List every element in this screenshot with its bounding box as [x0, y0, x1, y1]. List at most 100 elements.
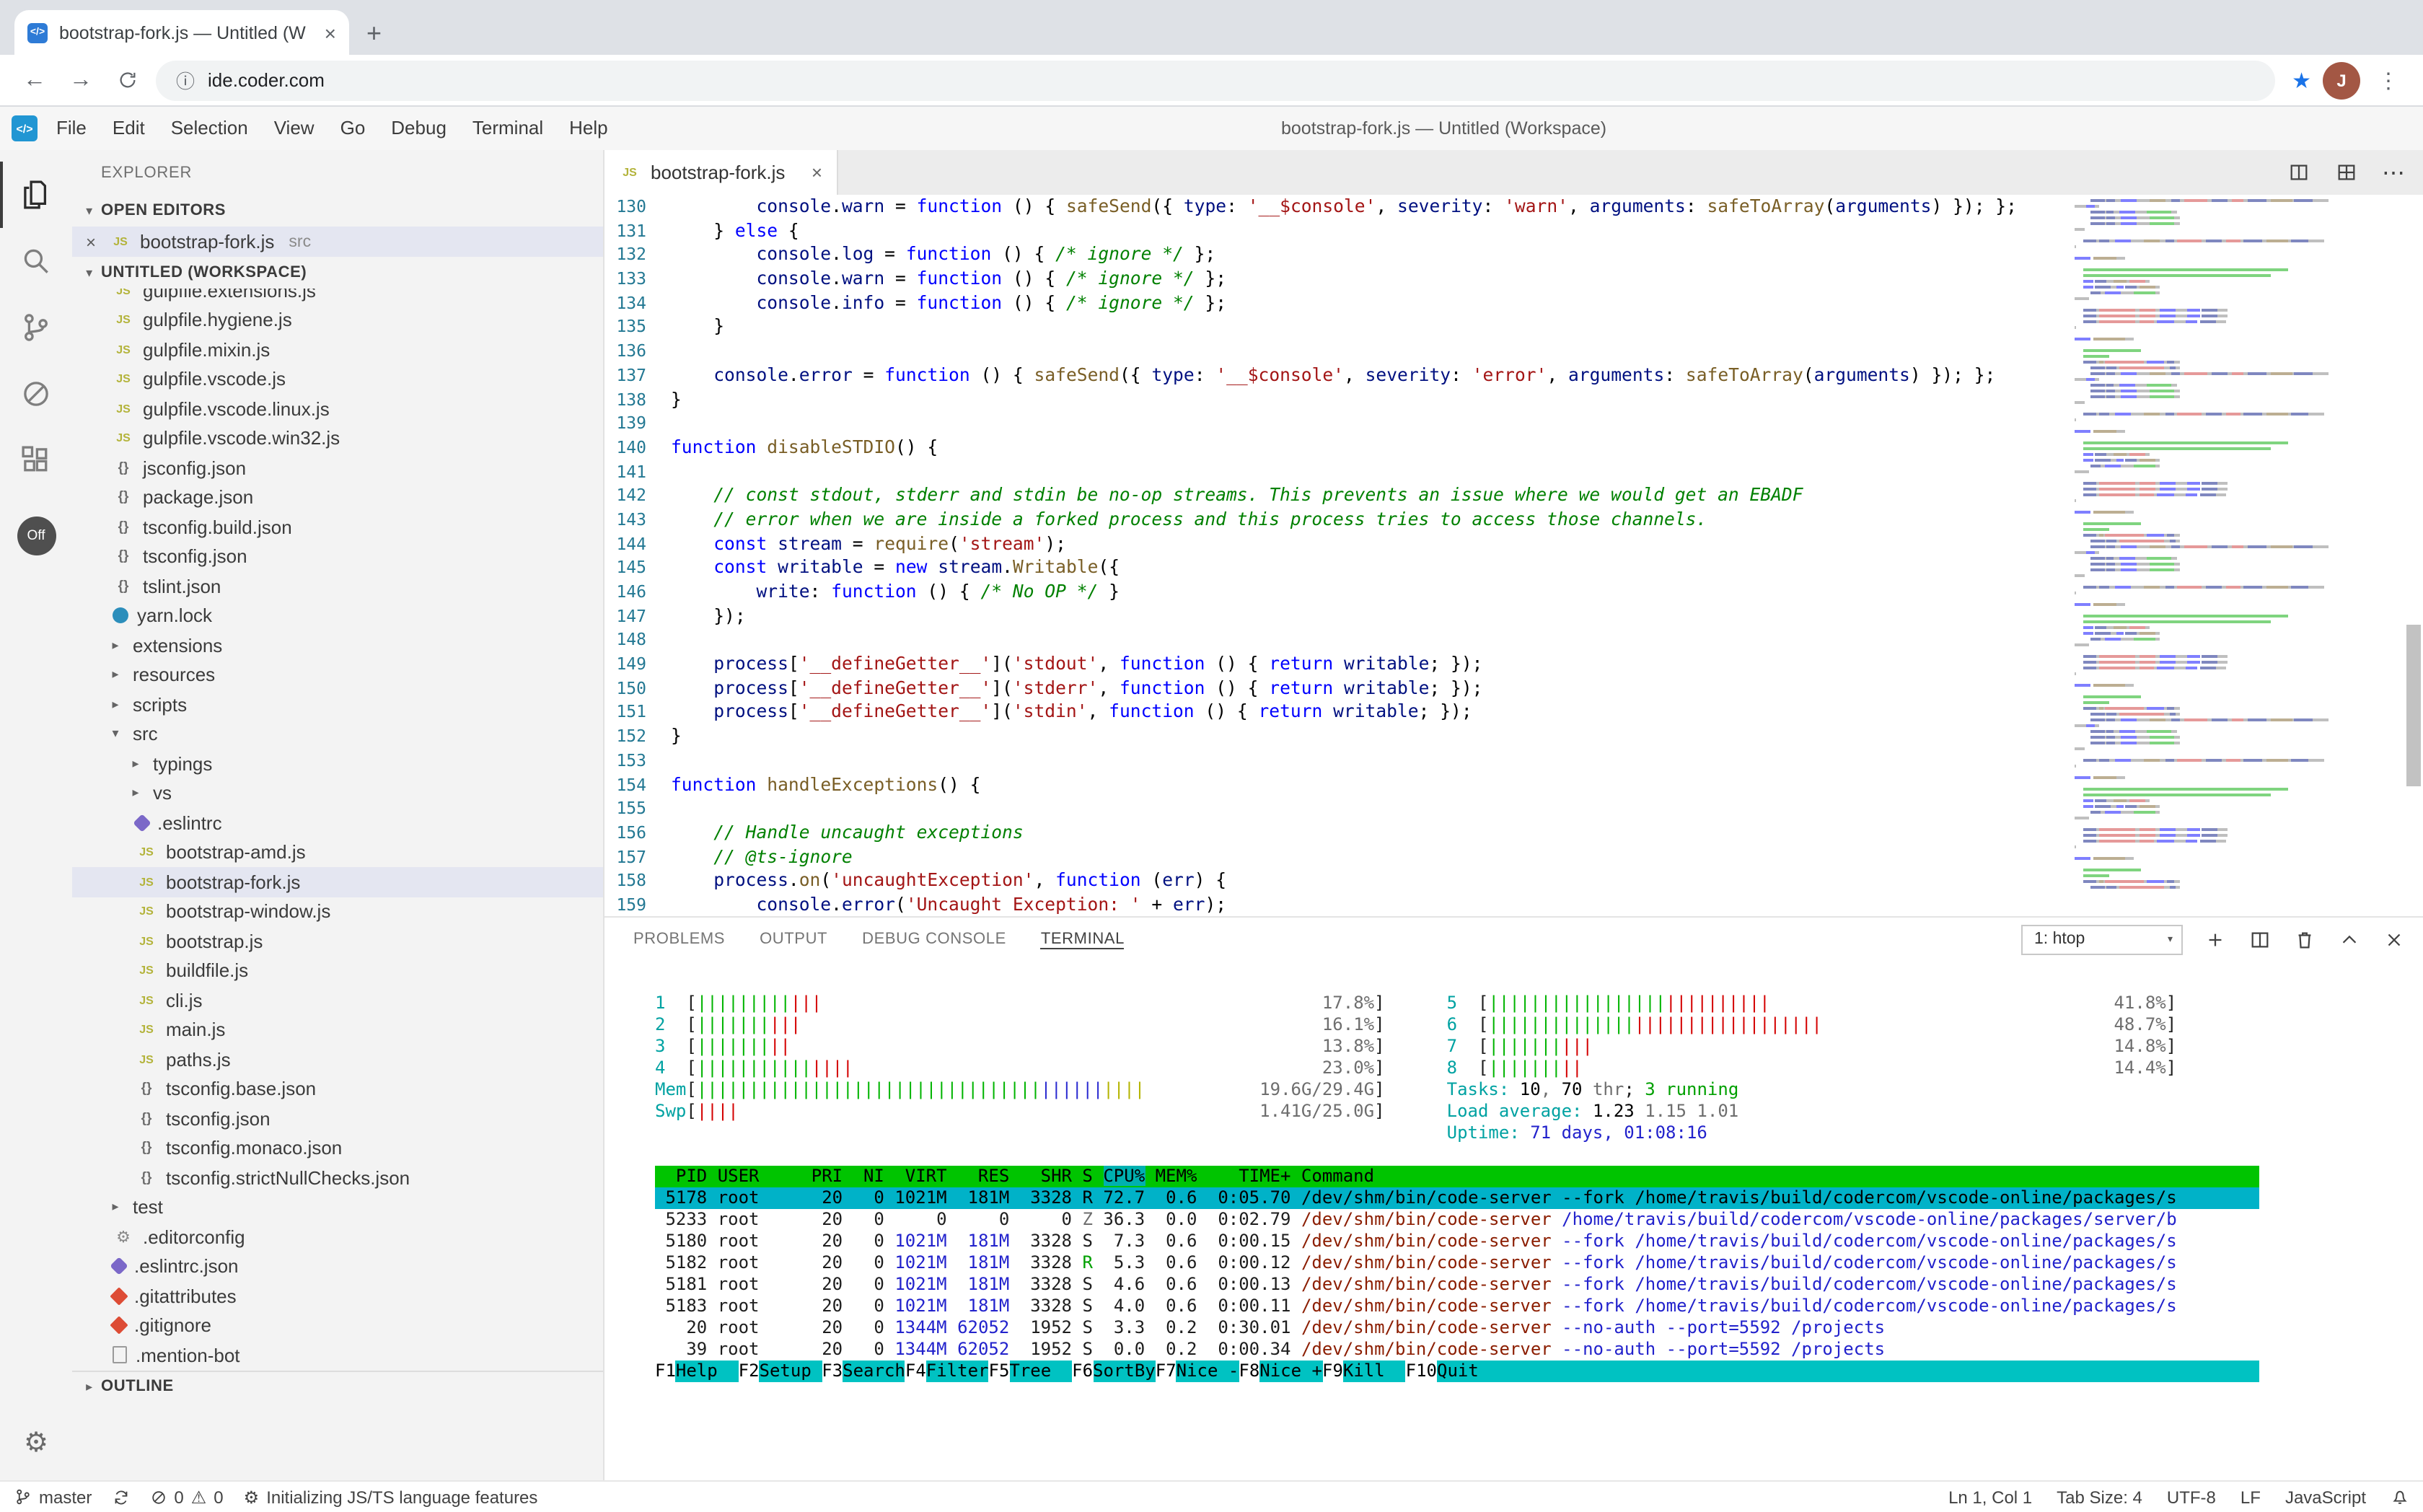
- fkey-filter[interactable]: Filter: [926, 1361, 989, 1382]
- file-tree-item[interactable]: {}tsconfig.base.json: [72, 1074, 603, 1104]
- close-icon[interactable]: ×: [81, 232, 101, 252]
- menu-help[interactable]: Help: [556, 117, 621, 139]
- file-tree-item[interactable]: .mention-bot: [72, 1340, 603, 1370]
- file-tree-item[interactable]: ▸typings: [72, 749, 603, 778]
- language-mode[interactable]: JavaScript: [2285, 1487, 2366, 1507]
- file-tree-item[interactable]: ▾src: [72, 719, 603, 749]
- editor-layout-icon[interactable]: [2333, 159, 2359, 185]
- menu-view[interactable]: View: [261, 117, 327, 139]
- browser-tab[interactable]: </> bootstrap-fork.js — Untitled (W ×: [14, 10, 349, 55]
- fkey-nice--[interactable]: Nice -: [1177, 1361, 1239, 1382]
- maximize-panel-icon[interactable]: [2336, 926, 2362, 952]
- branch-indicator[interactable]: master: [14, 1487, 92, 1507]
- settings-gear-icon[interactable]: ⚙: [24, 1427, 48, 1460]
- file-tree-item[interactable]: .gitignore: [72, 1311, 603, 1340]
- editor-tab-close-icon[interactable]: ×: [812, 162, 822, 183]
- htop-process-row[interactable]: 5180 root 20 0 1021M 181M 3328 S 7.3 0.6…: [655, 1231, 2259, 1252]
- outline-header[interactable]: ▸ OUTLINE: [72, 1370, 603, 1402]
- new-terminal-icon[interactable]: [2202, 926, 2228, 952]
- file-tree-item[interactable]: JScli.js: [72, 985, 603, 1015]
- htop-process-row[interactable]: 5182 root 20 0 1021M 181M 3328 R 5.3 0.6…: [655, 1252, 2259, 1274]
- panel-tab-output[interactable]: OUTPUT: [760, 930, 827, 947]
- explorer-icon[interactable]: [0, 162, 72, 228]
- fkey-search[interactable]: Search: [843, 1361, 905, 1382]
- minimap[interactable]: [2075, 195, 2404, 916]
- file-tree-item[interactable]: JSmain.js: [72, 1015, 603, 1045]
- panel-tab-debug-console[interactable]: DEBUG CONSOLE: [862, 930, 1006, 947]
- fkey-nice-+[interactable]: Nice +: [1259, 1361, 1322, 1382]
- file-tree-item[interactable]: .eslintrc.json: [72, 1252, 603, 1281]
- file-tree-item[interactable]: JSbootstrap.js: [72, 926, 603, 956]
- htop-process-row[interactable]: 39 root 20 0 1344M 62052 1952 S 0.0 0.2 …: [655, 1339, 2259, 1361]
- back-icon[interactable]: ←: [17, 63, 52, 97]
- fkey-quit[interactable]: Quit: [1437, 1361, 1500, 1382]
- file-tree-item[interactable]: ▸scripts: [72, 690, 603, 719]
- forward-icon[interactable]: →: [63, 63, 98, 97]
- split-editor-icon[interactable]: [2285, 159, 2311, 185]
- panel-tab-problems[interactable]: PROBLEMS: [633, 930, 725, 947]
- file-tree-item[interactable]: JSbootstrap-amd.js: [72, 838, 603, 867]
- fkey-kill[interactable]: Kill: [1343, 1361, 1406, 1382]
- new-tab-button[interactable]: +: [366, 20, 382, 46]
- menu-edit[interactable]: Edit: [100, 117, 158, 139]
- file-tree-item[interactable]: {}tsconfig.strictNullChecks.json: [72, 1163, 603, 1192]
- profile-avatar[interactable]: J: [2323, 61, 2360, 99]
- htop-table-header[interactable]: PID USER PRI NI VIRT RES SHR S CPU% MEM%…: [655, 1166, 2259, 1187]
- file-tree-item[interactable]: .eslintrc: [72, 808, 603, 838]
- file-tree-item[interactable]: {}tsconfig.json: [72, 1104, 603, 1133]
- scrollbar-thumb[interactable]: [2406, 625, 2421, 786]
- htop-process-row[interactable]: 5181 root 20 0 1021M 181M 3328 S 4.6 0.6…: [655, 1274, 2259, 1296]
- code-editor[interactable]: 130 console.warn = function () { safeSen…: [604, 195, 2075, 916]
- fkey-setup[interactable]: Setup: [760, 1361, 822, 1382]
- file-tree-item[interactable]: JSgulpfile.mixin.js: [72, 335, 603, 364]
- file-tree-item[interactable]: JSpaths.js: [72, 1045, 603, 1074]
- menu-file[interactable]: File: [43, 117, 100, 139]
- kill-terminal-icon[interactable]: [2291, 926, 2317, 952]
- file-tree-item[interactable]: {}tsconfig.json: [72, 542, 603, 571]
- file-tree-item[interactable]: {}jsconfig.json: [72, 453, 603, 483]
- fkey-help[interactable]: Help: [676, 1361, 739, 1382]
- close-panel-icon[interactable]: [2380, 926, 2406, 952]
- search-icon[interactable]: [0, 228, 72, 294]
- off-badge[interactable]: Off: [17, 517, 56, 555]
- editor-tab[interactable]: JS bootstrap-fork.js ×: [604, 150, 838, 195]
- terminal[interactable]: 1 [|||||||||||| 17.8%]2 [|||||||||| 16.1…: [604, 961, 2423, 1480]
- fkey-tree[interactable]: Tree: [1009, 1361, 1072, 1382]
- workspace-header[interactable]: ▾ UNTITLED (WORKSPACE): [72, 257, 603, 289]
- eol-indicator[interactable]: LF: [2240, 1487, 2261, 1507]
- open-editor-item[interactable]: × JS bootstrap-fork.js src: [72, 227, 603, 257]
- reload-icon[interactable]: [110, 63, 144, 97]
- htop-process-row[interactable]: 5183 root 20 0 1021M 181M 3328 S 4.0 0.6…: [655, 1296, 2259, 1317]
- file-tree-item[interactable]: ▸extensions: [72, 630, 603, 660]
- file-tree-item[interactable]: JSgulpfile.extensions.js: [72, 289, 603, 305]
- file-tree-item[interactable]: ⚙.editorconfig: [72, 1222, 603, 1252]
- file-tree-item[interactable]: JSgulpfile.vscode.linux.js: [72, 394, 603, 423]
- problems-indicator[interactable]: 0 ⚠ 0: [149, 1487, 223, 1507]
- file-tree-item[interactable]: JSgulpfile.vscode.win32.js: [72, 423, 603, 453]
- menu-terminal[interactable]: Terminal: [459, 117, 556, 139]
- file-tree-item[interactable]: JSbootstrap-fork.js: [72, 867, 603, 897]
- htop-process-row[interactable]: 5178 root 20 0 1021M 181M 3328 R 72.7 0.…: [655, 1187, 2259, 1209]
- encoding-indicator[interactable]: UTF-8: [2167, 1487, 2216, 1507]
- file-tree-item[interactable]: JSgulpfile.vscode.js: [72, 364, 603, 394]
- menu-selection[interactable]: Selection: [158, 117, 261, 139]
- more-actions-icon[interactable]: ⋯: [2380, 159, 2406, 185]
- file-tree-item[interactable]: {}package.json: [72, 483, 603, 512]
- file-tree-item[interactable]: ▸resources: [72, 660, 603, 690]
- menu-debug[interactable]: Debug: [378, 117, 459, 139]
- file-tree-item[interactable]: yarn.lock: [72, 601, 603, 630]
- file-tree-item[interactable]: JSbootstrap-window.js: [72, 897, 603, 926]
- htop-process-row[interactable]: 20 root 20 0 1344M 62052 1952 S 3.3 0.2 …: [655, 1317, 2259, 1339]
- debug-disabled-icon[interactable]: [0, 361, 72, 427]
- terminal-picker[interactable]: 1: htop ▾: [2021, 924, 2183, 954]
- sync-icon[interactable]: [112, 1488, 129, 1506]
- file-tree-item[interactable]: {}tsconfig.monaco.json: [72, 1133, 603, 1163]
- file-tree-item[interactable]: ▸test: [72, 1192, 603, 1222]
- menu-go[interactable]: Go: [327, 117, 379, 139]
- fkey-sortby[interactable]: SortBy: [1093, 1361, 1156, 1382]
- editor-scrollbar[interactable]: [2404, 195, 2423, 916]
- file-tree-item[interactable]: ▸vs: [72, 778, 603, 808]
- extensions-icon[interactable]: [0, 427, 72, 493]
- notifications-bell-icon[interactable]: [2391, 1487, 2409, 1506]
- cursor-position[interactable]: Ln 1, Col 1: [1948, 1487, 2032, 1507]
